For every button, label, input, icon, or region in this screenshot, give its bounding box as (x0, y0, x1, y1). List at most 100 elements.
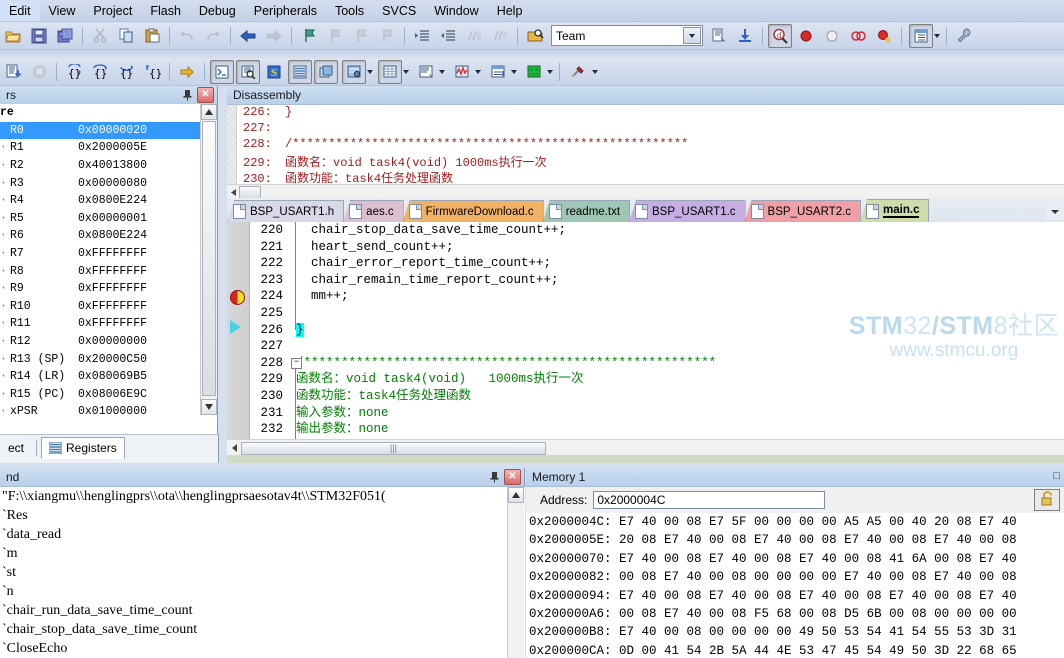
editor-tab-bsp-usart2-c[interactable]: BSP_USART2.c (744, 200, 862, 222)
editor-tab-main-c[interactable]: main.c (860, 199, 930, 222)
menu-item-project[interactable]: Project (84, 1, 141, 21)
system-viewer-button[interactable] (520, 60, 554, 84)
table-row[interactable]: · R2 0x40013800 (0, 157, 202, 175)
table-row[interactable]: · R12 0x00000000 (0, 333, 202, 351)
debug-windows-button[interactable] (907, 23, 941, 48)
show-next-statement-button[interactable] (175, 60, 199, 84)
disassembly-window-button[interactable] (236, 59, 260, 84)
analysis-windows-button[interactable] (448, 60, 482, 84)
run-to-cursor-button[interactable]: {} (140, 60, 164, 84)
find-in-files-button[interactable] (523, 24, 547, 48)
table-row[interactable]: · R10 0xFFFFFFFF (0, 298, 202, 316)
serial-windows-dropdown-arrow[interactable] (439, 69, 445, 74)
table-row[interactable]: · R14 (LR) 0x080069B5 (0, 368, 202, 386)
scrollbar-thumb[interactable] (202, 121, 216, 396)
table-row[interactable]: · R13 (SP) 0x20000C50 (0, 350, 202, 368)
insert-breakpoint-button[interactable] (794, 24, 818, 48)
toolbox-dropdown-arrow[interactable] (592, 69, 598, 74)
editor-tab-firmwaredownload-c[interactable]: FirmwareDownload.c (402, 200, 544, 222)
menu-item-tools[interactable]: Tools (326, 1, 373, 21)
toolbox-button[interactable] (565, 60, 599, 84)
table-row[interactable]: · xPSR 0x01000000 (0, 403, 202, 415)
paste-button[interactable] (140, 24, 164, 48)
step-out-button[interactable]: {} (114, 60, 138, 84)
navigate-forward-button[interactable] (262, 24, 286, 48)
save-button[interactable] (27, 24, 51, 48)
registers-list[interactable]: re · R0 0x00000020 · R1 0x2000005E · R2 0x4001… (0, 104, 202, 415)
disable-all-breakpoints-button[interactable] (846, 24, 870, 48)
stop-button[interactable] (27, 60, 51, 84)
outdent-button[interactable] (436, 24, 460, 48)
editor-tab-readme-txt[interactable]: readme.txt (542, 200, 631, 222)
editor-tab-overflow-button[interactable] (1046, 200, 1064, 220)
tab-registers[interactable]: Registers (41, 437, 125, 459)
command-output[interactable]: "F:\\xiangmu\\henglingprs\\ota\\hengling… (0, 487, 525, 658)
scroll-left-icon[interactable] (227, 186, 239, 198)
trace-windows-button[interactable] (484, 60, 518, 84)
table-row[interactable]: · R7 0xFFFFFFFF (0, 245, 202, 263)
step-into-button[interactable]: {} (62, 60, 86, 84)
editor-tab-bsp-usart1-c[interactable]: BSP_USART1.c (629, 200, 746, 222)
undo-button[interactable] (175, 24, 199, 48)
team-combo-arrow[interactable] (683, 27, 701, 44)
analysis-windows-dropdown-arrow[interactable] (475, 69, 481, 74)
command-window-button[interactable] (210, 59, 234, 84)
symbols-window-button[interactable]: S (262, 60, 286, 84)
scroll-up-icon[interactable] (201, 104, 217, 120)
editor-tab-bsp-usart1-h[interactable]: BSP_USART1.h (227, 200, 345, 222)
menu-item-help[interactable]: Help (488, 1, 532, 21)
code-fold-toggle[interactable]: − (291, 358, 302, 369)
table-row[interactable]: · R8 0xFFFFFFFF (0, 262, 202, 280)
menu-item-svcs[interactable]: SVCS (373, 1, 425, 21)
disable-breakpoint-button[interactable] (820, 24, 844, 48)
next-bookmark-button[interactable] (349, 24, 373, 48)
menu-item-peripherals[interactable]: Peripherals (245, 1, 326, 21)
navigate-back-button[interactable] (236, 24, 260, 48)
scroll-left-icon[interactable] (227, 441, 241, 455)
memory-lock-button[interactable] (1034, 489, 1060, 511)
watch-windows-button[interactable] (340, 59, 374, 84)
pin-icon[interactable] (487, 470, 501, 484)
uncomment-button[interactable] (488, 24, 512, 48)
registers-vertical-scrollbar[interactable] (200, 104, 217, 415)
open-file-button[interactable] (1, 24, 25, 48)
registers-window-button[interactable] (288, 59, 312, 84)
trace-windows-dropdown-arrow[interactable] (511, 69, 517, 74)
register-group-core[interactable]: re (0, 104, 202, 122)
insert-bookmark-button[interactable] (297, 24, 321, 48)
step-over-button[interactable]: {} (88, 60, 112, 84)
menu-item-edit[interactable]: Edit (0, 0, 40, 21)
command-vertical-scrollbar[interactable] (507, 487, 524, 658)
breakpoint-marker-icon[interactable] (230, 290, 245, 305)
team-combo[interactable]: Team (551, 25, 703, 46)
close-icon[interactable]: ✕ (197, 87, 214, 103)
breakpoint-gutter[interactable] (227, 222, 250, 439)
debug-windows-dropdown-arrow[interactable] (934, 33, 940, 38)
table-row[interactable]: · R11 0xFFFFFFFF (0, 315, 202, 333)
tab-project[interactable]: ect (0, 437, 32, 459)
scrollbar-thumb[interactable]: ||| (241, 441, 546, 455)
memory-address-input[interactable] (593, 491, 826, 509)
comment-button[interactable] (462, 24, 486, 48)
clear-bookmarks-button[interactable] (375, 24, 399, 48)
kill-all-breakpoints-button[interactable] (872, 24, 896, 48)
disassembly-horizontal-scrollbar[interactable] (227, 184, 1064, 199)
table-row[interactable]: · R3 0x00000080 (0, 174, 202, 192)
reset-button[interactable] (1, 60, 25, 84)
memory-dump[interactable]: 0x2000004C: E7 40 00 08 E7 5F 00 00 00 0… (526, 513, 1064, 658)
system-viewer-dropdown-arrow[interactable] (547, 69, 553, 74)
disassembly-body[interactable]: 226: } 227: 228: /**********************… (227, 105, 1064, 184)
close-icon[interactable]: ✕ (504, 469, 521, 485)
configure-target-button[interactable] (952, 24, 976, 48)
code-text-area[interactable]: − chair_stop_data_save_time_count++; hea… (288, 222, 1064, 439)
editor-horizontal-scrollbar[interactable]: ||| (227, 439, 1064, 456)
indent-button[interactable] (410, 24, 434, 48)
start-stop-debug-button[interactable]: d (768, 23, 792, 48)
prev-bookmark-button[interactable] (323, 24, 347, 48)
table-row[interactable]: · R0 0x00000020 (0, 121, 202, 140)
scroll-up-icon[interactable] (508, 487, 524, 503)
download-button[interactable] (733, 24, 757, 48)
table-row[interactable]: · R4 0x0800E224 (0, 192, 202, 210)
table-row[interactable]: · R5 0x00000001 (0, 210, 202, 228)
scrollbar-thumb[interactable] (239, 185, 261, 199)
